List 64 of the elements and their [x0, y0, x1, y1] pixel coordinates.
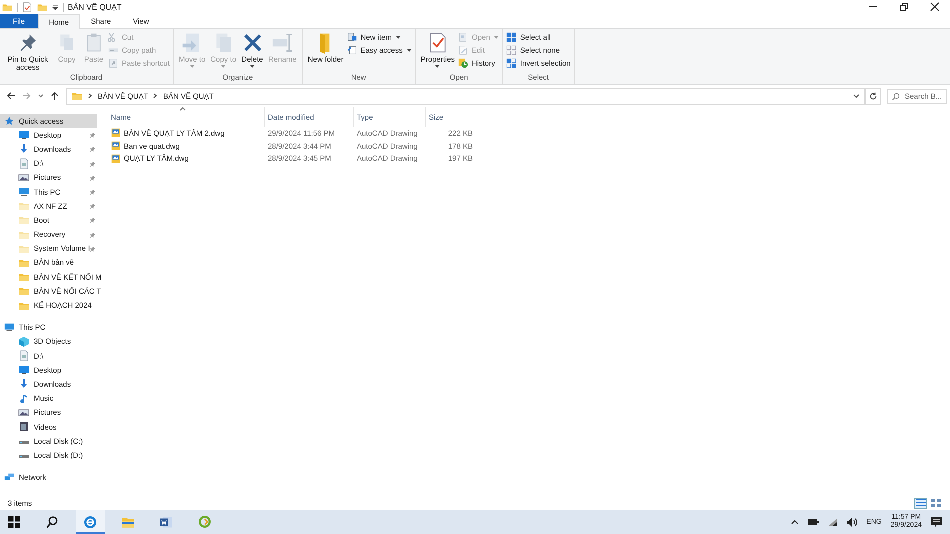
desktop-icon: [18, 129, 30, 142]
drive-icon: [18, 158, 30, 170]
list-icon: [916, 499, 926, 507]
rename-icon: [272, 32, 294, 54]
search-icon: [45, 514, 60, 530]
folder-icon: [18, 271, 30, 284]
wifi-icon[interactable]: [828, 518, 838, 526]
history-icon: [458, 58, 470, 69]
drawing-file-icon: [111, 128, 121, 138]
properties-icon[interactable]: [22, 2, 33, 12]
download-icon: [18, 378, 30, 390]
forward-icon[interactable]: [22, 91, 32, 101]
cube-icon: [18, 336, 30, 348]
refresh-circle-icon: [198, 515, 212, 529]
caret-icon[interactable]: [38, 93, 44, 99]
up-icon[interactable]: [50, 91, 60, 101]
sort-icon: [180, 107, 186, 111]
large-icons-view-button[interactable]: [929, 498, 942, 508]
open-icon: [458, 32, 470, 43]
desktop-icon: [18, 364, 30, 376]
notification-icon[interactable]: [931, 516, 942, 528]
drive-icon: [18, 350, 30, 362]
chevron-up-icon[interactable]: [790, 519, 799, 525]
shortcut-icon: [108, 58, 119, 69]
folder-icon: [18, 285, 30, 298]
dropdown-icon[interactable]: [853, 94, 860, 98]
folder-icon: [18, 214, 30, 226]
select-all-icon: [506, 32, 518, 43]
drawing-file-icon: [111, 154, 121, 164]
folder-icon: [18, 200, 30, 212]
restore-icon: [898, 2, 908, 12]
picture-icon: [18, 172, 30, 184]
grid-icon: [930, 499, 940, 507]
battery-icon[interactable]: [808, 518, 819, 526]
search-icon: [892, 92, 900, 100]
delete-icon: [242, 32, 264, 54]
download-icon: [18, 143, 30, 156]
edit-icon: [458, 45, 470, 56]
pin-icon[interactable]: [89, 246, 96, 253]
refresh-button[interactable]: [865, 88, 881, 104]
word-icon: [159, 514, 174, 530]
star-icon: [4, 116, 15, 127]
invert-selection-icon: [506, 58, 518, 69]
speaker-icon[interactable]: [846, 518, 858, 526]
chevron-icon: [153, 93, 158, 99]
refresh-icon: [868, 92, 878, 100]
computer-icon: [18, 186, 30, 198]
new-item-icon: [346, 32, 358, 43]
windows-icon: [7, 514, 22, 530]
drawing-file-icon: [111, 141, 121, 152]
browser-icon: [83, 514, 98, 530]
folder-icon: [71, 90, 83, 102]
video-icon: [18, 421, 30, 434]
caret-icon[interactable]: [52, 4, 59, 10]
music-icon: [18, 392, 30, 405]
window-title: BẢN VẼ QUẠT: [68, 2, 122, 12]
close-icon: [930, 2, 940, 12]
select-none-icon: [506, 45, 518, 56]
picture-icon: [18, 406, 30, 419]
back-icon[interactable]: [6, 91, 16, 101]
chevron-icon: [88, 93, 93, 99]
details-view-button[interactable]: [914, 498, 927, 508]
computer-icon: [4, 322, 15, 334]
network-icon: [4, 472, 15, 484]
